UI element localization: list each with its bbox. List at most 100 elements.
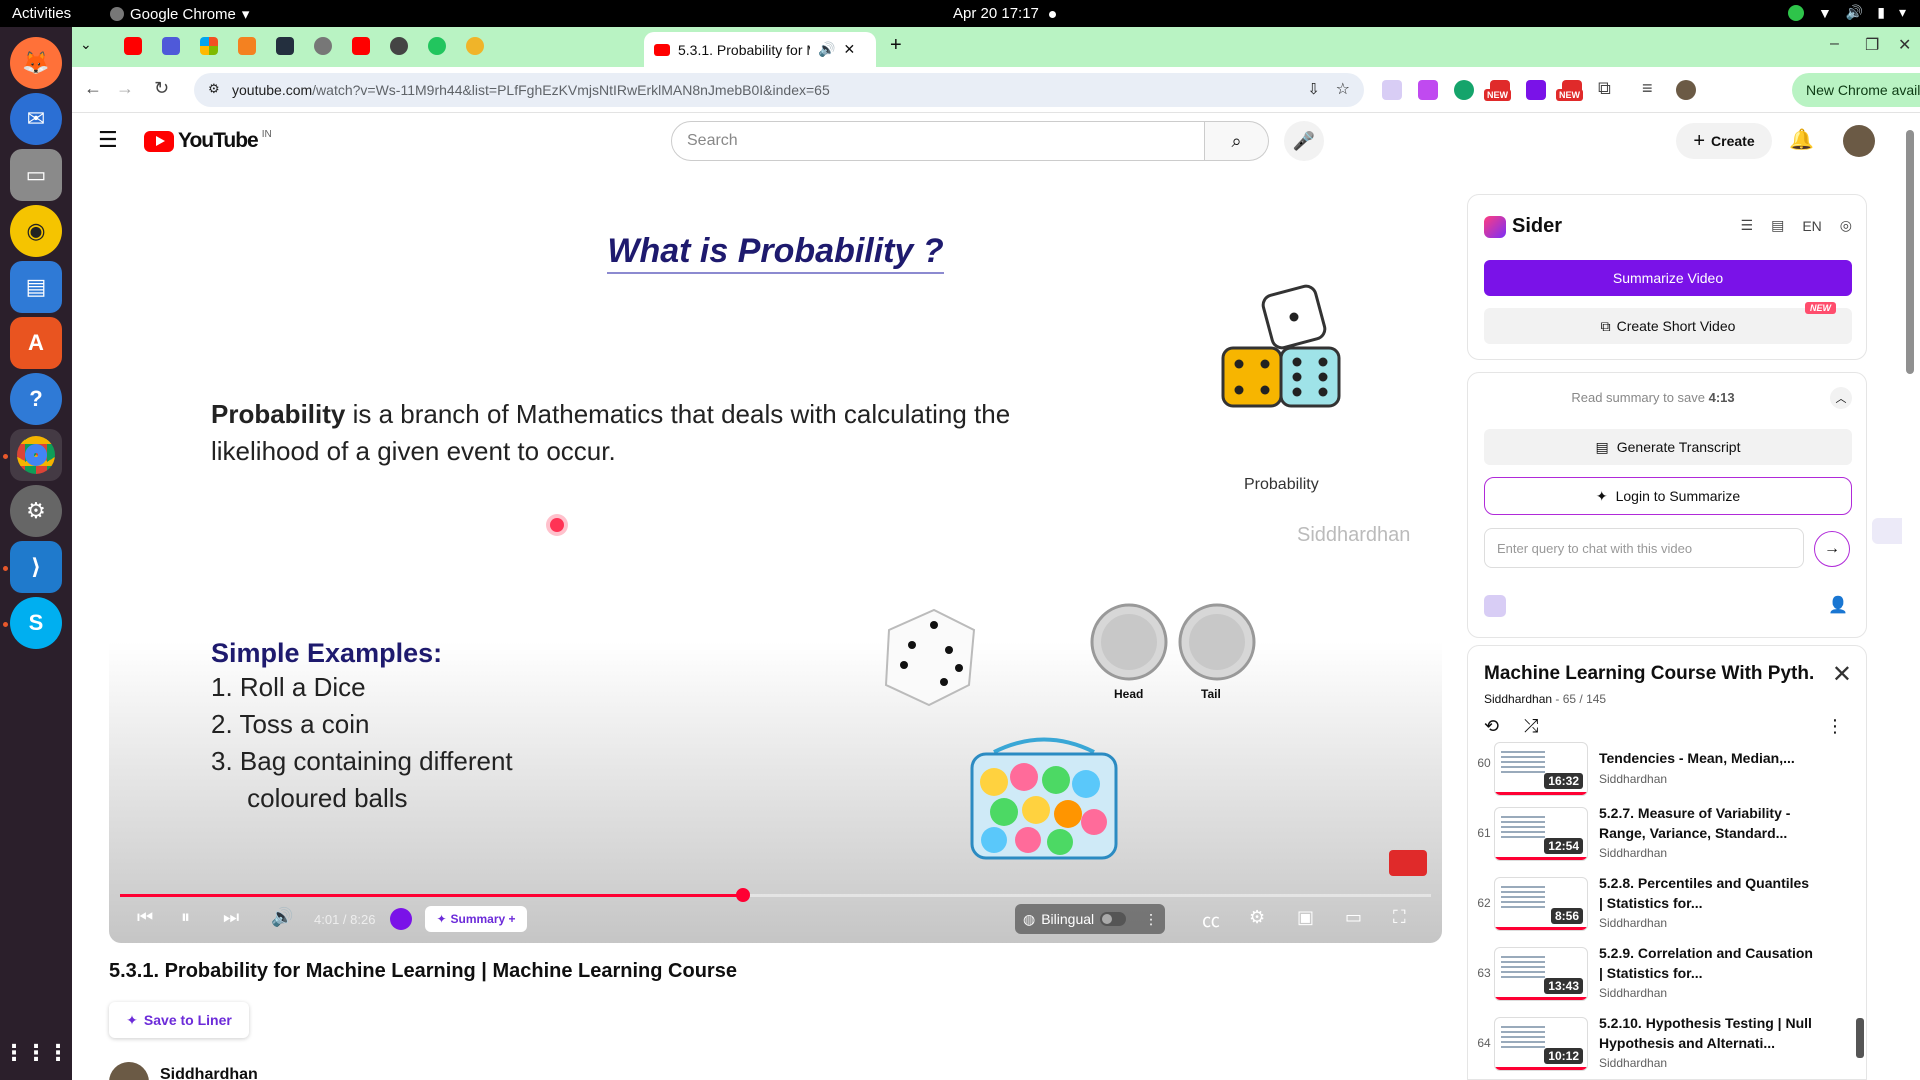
loop-icon[interactable]: ⟲ bbox=[1484, 716, 1499, 737]
rhythmbox-icon[interactable]: ◉ bbox=[10, 205, 62, 257]
search-input[interactable]: Search bbox=[671, 121, 1205, 161]
new-tab-icon[interactable]: + bbox=[890, 34, 902, 57]
bookmark-star-icon[interactable]: ☆ bbox=[1336, 79, 1350, 99]
fullscreen-icon[interactable]: ⛶ bbox=[1393, 907, 1406, 928]
next-icon[interactable]: ⏭ bbox=[223, 907, 239, 928]
subtitle-view-icon[interactable]: ▤ bbox=[1771, 217, 1784, 234]
thunderbird-icon[interactable]: ✉ bbox=[10, 93, 62, 145]
files-icon[interactable]: ▭ bbox=[10, 149, 62, 201]
tab-youtube-2[interactable] bbox=[352, 37, 370, 55]
account-avatar[interactable] bbox=[1843, 125, 1875, 157]
playlist-author[interactable]: Siddhardhan bbox=[1484, 692, 1552, 706]
vscode-icon[interactable]: ⟩ bbox=[10, 541, 62, 593]
subscribe-watermark-icon[interactable] bbox=[1389, 850, 1427, 876]
address-bar[interactable]: ⚙ youtube.com/watch?v=Ws-11M9rh44&list=P… bbox=[194, 73, 1364, 107]
install-app-icon[interactable]: ⇩ bbox=[1307, 80, 1320, 98]
playlist-scrollbar[interactable] bbox=[1856, 1018, 1864, 1058]
progress-scrubber[interactable] bbox=[735, 888, 750, 902]
clock[interactable]: Apr 20 17:17 bbox=[953, 5, 1056, 22]
tab-aws[interactable] bbox=[276, 37, 294, 55]
new-chrome-available-button[interactable]: New Chrome available⋮ bbox=[1792, 73, 1920, 107]
bilingual-toggle[interactable]: ◍ Bilingual ⋮ bbox=[1015, 904, 1165, 934]
tab-search-icon[interactable]: ⌄ bbox=[80, 36, 92, 53]
volume-icon[interactable]: 🔊 bbox=[271, 907, 293, 928]
tab-active[interactable]: 5.3.1. Probability for M 🔊 ✕ bbox=[644, 32, 876, 67]
app-center-icon[interactable]: A bbox=[10, 317, 62, 369]
hamburger-menu-icon[interactable]: ☰ bbox=[98, 127, 118, 153]
list-view-icon[interactable]: ☰ bbox=[1741, 217, 1754, 234]
generate-transcript-button[interactable]: ▤ Generate Transcript bbox=[1484, 429, 1852, 465]
close-window-icon[interactable]: ✕ bbox=[1898, 35, 1911, 55]
progress-bar[interactable] bbox=[120, 888, 1431, 902]
more-options-icon[interactable]: ⋮ bbox=[1144, 911, 1158, 928]
summary-button[interactable]: ✦ Summary + bbox=[425, 906, 527, 932]
settings-gear-icon[interactable]: ⚙ bbox=[1249, 907, 1265, 928]
tab-globe[interactable] bbox=[314, 37, 332, 55]
tab-openai[interactable] bbox=[390, 37, 408, 55]
playlist-item[interactable]: 61 12:54 5.2.7. Measure of Variability -… bbox=[1468, 803, 1858, 873]
more-options-icon[interactable]: ⋮ bbox=[1826, 716, 1844, 737]
chevron-up-icon[interactable]: ︿ bbox=[1830, 387, 1852, 409]
playlist-item[interactable]: 63 13:43 5.2.9. Correlation and Causatio… bbox=[1468, 943, 1858, 1013]
media-control-icon[interactable]: ≡ bbox=[1642, 78, 1653, 99]
pause-icon[interactable]: ⏸ bbox=[181, 907, 190, 928]
skype-icon[interactable]: S bbox=[10, 597, 62, 649]
activities-button[interactable]: Activities bbox=[12, 5, 71, 22]
page-scrollbar[interactable] bbox=[1906, 130, 1914, 374]
playlist-item[interactable]: 62 8:56 5.2.8. Percentiles and Quantiles… bbox=[1468, 873, 1858, 943]
profile-avatar[interactable] bbox=[1676, 80, 1696, 100]
notifications-bell-icon[interactable]: 🔔 bbox=[1789, 127, 1814, 152]
pen-extension-icon[interactable] bbox=[1418, 80, 1438, 100]
channel-avatar[interactable] bbox=[109, 1062, 149, 1080]
help-icon[interactable]: ? bbox=[10, 373, 62, 425]
reload-icon[interactable]: ↻ bbox=[154, 78, 169, 99]
firefox-icon[interactable]: 🦊 bbox=[10, 37, 62, 89]
close-tab-icon[interactable]: ✕ bbox=[843, 41, 855, 58]
toggle-switch[interactable] bbox=[1100, 912, 1127, 926]
grammarly-extension-icon[interactable] bbox=[1454, 80, 1474, 100]
language-select[interactable]: EN bbox=[1802, 218, 1821, 234]
back-icon[interactable]: ← bbox=[84, 78, 102, 99]
tab-youtube[interactable] bbox=[124, 37, 142, 55]
search-button[interactable]: ⌕ bbox=[1205, 121, 1269, 161]
show-apps-icon[interactable]: ⋮⋮⋮ bbox=[3, 1027, 69, 1079]
tab-infinity[interactable] bbox=[466, 37, 484, 55]
location-pin-icon[interactable] bbox=[390, 908, 412, 930]
voice-search-button[interactable]: 🎤 bbox=[1284, 121, 1324, 161]
maximize-icon[interactable]: ❐ bbox=[1865, 35, 1879, 55]
system-tray[interactable]: ▼ 🔊 ▮ ▾ bbox=[1787, 4, 1906, 21]
shuffle-icon[interactable]: ⤮ bbox=[1524, 716, 1538, 737]
tab-green-app[interactable] bbox=[428, 37, 446, 55]
minimize-icon[interactable]: – bbox=[1830, 35, 1839, 53]
tab-docs[interactable] bbox=[162, 37, 180, 55]
user-icon[interactable]: 👤 bbox=[1828, 595, 1848, 615]
sider-edge-tab[interactable] bbox=[1872, 518, 1902, 544]
chat-query-input[interactable]: Enter query to chat with this video bbox=[1484, 528, 1804, 568]
send-arrow-icon[interactable]: → bbox=[1814, 531, 1850, 567]
theater-mode-icon[interactable]: ▭ bbox=[1345, 907, 1362, 928]
tab-orange-app[interactable] bbox=[238, 37, 256, 55]
save-to-liner-button[interactable]: ✦ Save to Liner bbox=[109, 1002, 249, 1038]
app-menu[interactable]: Google Chrome ▾ bbox=[110, 5, 249, 23]
settings-icon[interactable]: ◎ bbox=[1840, 217, 1852, 234]
close-icon[interactable]: ✕ bbox=[1832, 660, 1852, 689]
create-button[interactable]: + Create bbox=[1676, 123, 1772, 159]
tab-microsoft[interactable] bbox=[200, 37, 218, 55]
forward-icon[interactable]: → bbox=[116, 78, 134, 99]
sider-mini-icon[interactable] bbox=[1484, 595, 1506, 617]
sider-extension-icon[interactable] bbox=[1382, 80, 1402, 100]
summarize-video-button[interactable]: Summarize Video bbox=[1484, 260, 1852, 296]
previous-icon[interactable]: ⏮ bbox=[137, 907, 153, 928]
audio-icon[interactable]: 🔊 bbox=[818, 41, 835, 58]
captions-icon[interactable]: ㏄ bbox=[1202, 907, 1220, 933]
channel-name[interactable]: Siddhardhan bbox=[160, 1066, 258, 1080]
video-player[interactable]: What is Probability ? Probability is a b… bbox=[109, 172, 1442, 943]
playlist-title[interactable]: Machine Learning Course With Pyth... bbox=[1484, 663, 1814, 685]
settings-icon[interactable]: ⚙ bbox=[10, 485, 62, 537]
liner-extension-icon[interactable] bbox=[1526, 80, 1546, 100]
create-short-video-button[interactable]: ⧉ Create Short Video NEW bbox=[1484, 302, 1852, 344]
playlist-item[interactable]: 64 10:12 5.2.10. Hypothesis Testing | Nu… bbox=[1468, 1013, 1858, 1079]
youtube-logo[interactable]: YouTube IN bbox=[144, 129, 272, 153]
login-to-summarize-button[interactable]: ✦ Login to Summarize bbox=[1484, 477, 1852, 515]
miniplayer-icon[interactable]: ▣ bbox=[1297, 907, 1314, 928]
